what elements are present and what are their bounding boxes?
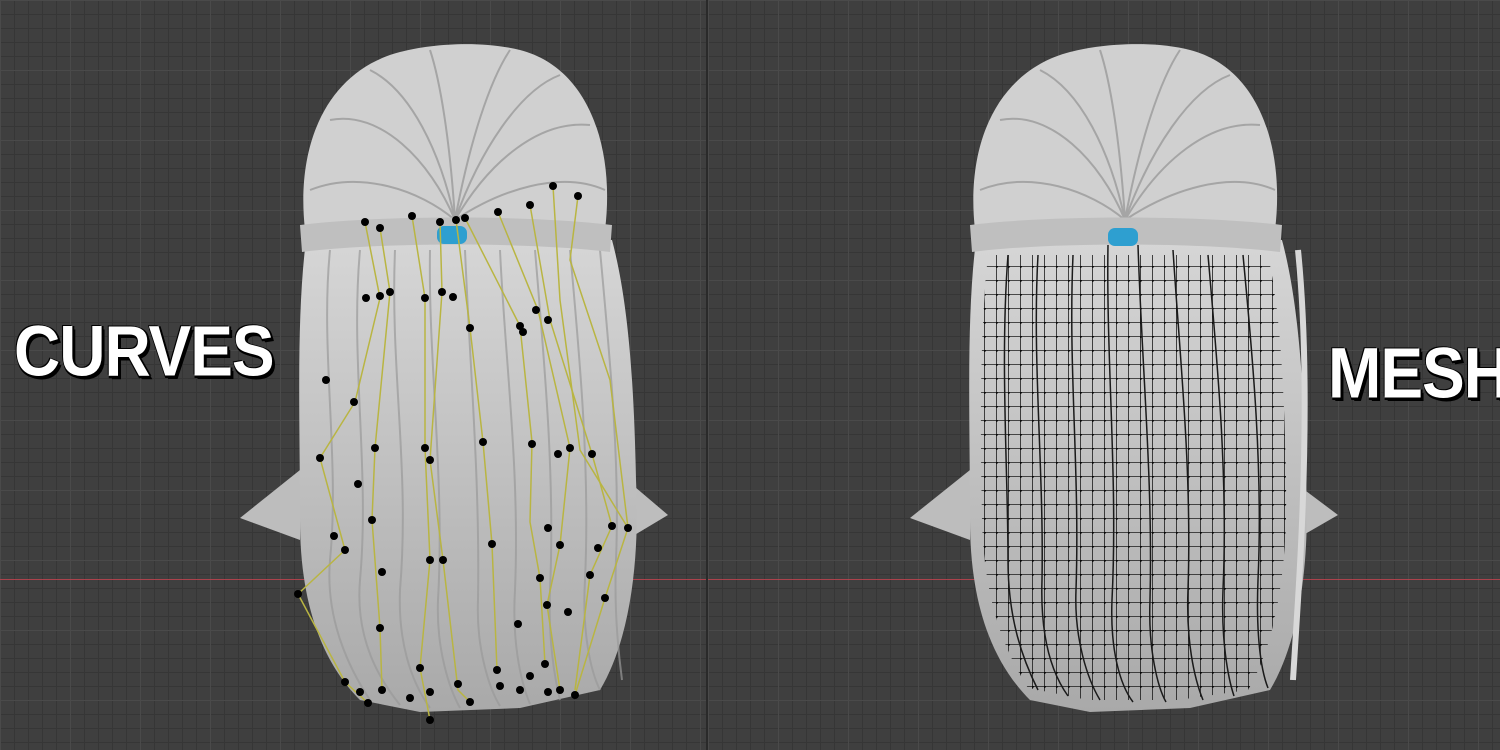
curves-viewport[interactable]: CURVES xyxy=(0,0,706,750)
hair-tie xyxy=(437,226,467,244)
side-flap-left xyxy=(240,470,300,540)
hair-crown xyxy=(303,44,608,230)
mesh-wireframe xyxy=(980,255,1287,700)
mesh-label: MESH xyxy=(1328,332,1500,414)
side-flap-left xyxy=(910,470,970,540)
hair-tie xyxy=(1108,228,1138,246)
mesh-viewport[interactable]: MESH xyxy=(708,0,1500,750)
hair-crown xyxy=(973,44,1278,230)
curves-label: CURVES xyxy=(14,310,275,392)
